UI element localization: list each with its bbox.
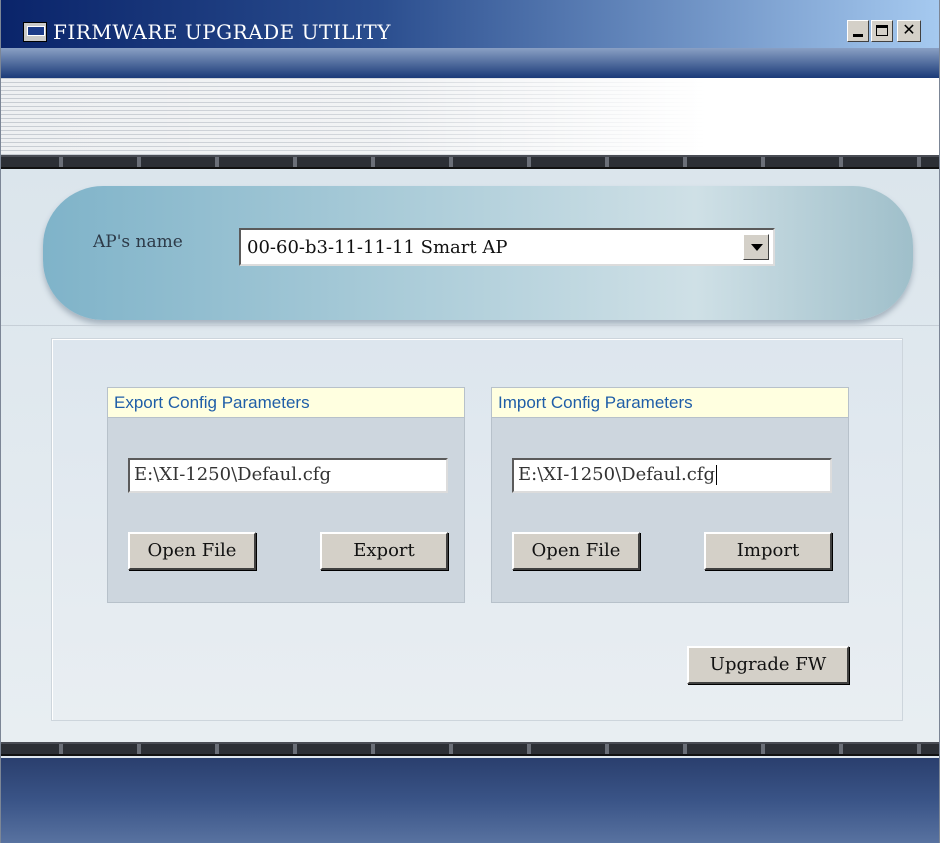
chevron-down-icon[interactable]: [743, 234, 769, 260]
export-path-input[interactable]: E:\XI-1250\Defaul.cfg: [128, 458, 448, 493]
import-path-input[interactable]: E:\XI-1250\Defaul.cfg: [512, 458, 832, 493]
export-config-group: Export Config Parameters E:\XI-1250\Defa…: [107, 387, 465, 603]
import-button[interactable]: Import: [704, 532, 832, 570]
header-banner: [1, 78, 939, 156]
export-open-file-button[interactable]: Open File: [128, 532, 256, 570]
divider: [1, 325, 939, 326]
minimize-icon: [853, 34, 863, 37]
minimize-button[interactable]: [847, 20, 869, 42]
maximize-icon: [876, 25, 888, 36]
export-button[interactable]: Export: [320, 532, 448, 570]
app-window: FIRMWARE UPGRADE UTILITY ✕ AP's name 00-…: [0, 0, 940, 843]
app-window-icon[interactable]: [23, 22, 47, 42]
text-cursor: [715, 465, 717, 485]
upgrade-fw-button[interactable]: Upgrade FW: [687, 646, 849, 684]
footer-band: [1, 758, 939, 843]
header-band: [1, 48, 939, 78]
import-open-file-button[interactable]: Open File: [512, 532, 640, 570]
close-icon: ✕: [902, 20, 916, 39]
close-button[interactable]: ✕: [897, 20, 921, 42]
maximize-button[interactable]: [871, 20, 893, 42]
import-path-value: E:\XI-1250\Defaul.cfg: [518, 464, 715, 485]
ap-name-select-value: 00-60-b3-11-11-11 Smart AP: [247, 237, 508, 258]
import-config-group: Import Config Parameters E:\XI-1250\Defa…: [491, 387, 849, 603]
import-config-header: Import Config Parameters: [492, 388, 848, 418]
divider-band-top: [1, 155, 939, 169]
export-config-header: Export Config Parameters: [108, 388, 464, 418]
title-bar[interactable]: FIRMWARE UPGRADE UTILITY ✕: [1, 0, 939, 48]
ap-name-select[interactable]: 00-60-b3-11-11-11 Smart AP: [239, 228, 775, 266]
divider-band-bottom: [1, 742, 939, 756]
window-title: FIRMWARE UPGRADE UTILITY: [53, 20, 391, 44]
ap-name-label: AP's name: [93, 232, 183, 252]
